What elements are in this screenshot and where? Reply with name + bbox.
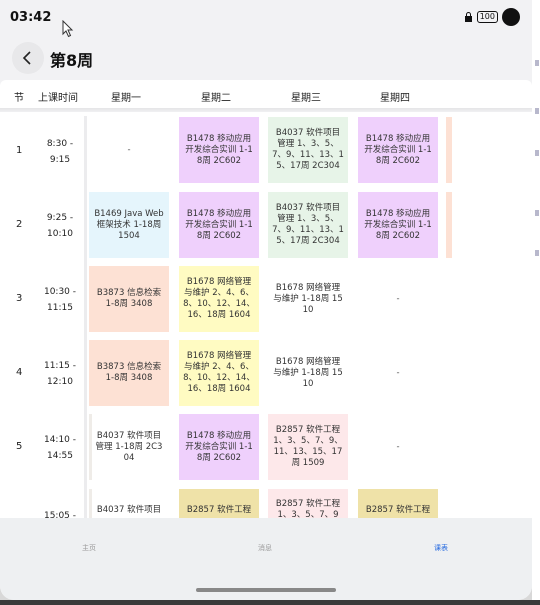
row-time: 9:25 - 10:10 <box>46 213 74 239</box>
day-header-row: 节 上课时间 星期一 星期二 星期三 星期四 <box>0 80 532 110</box>
row-time: 10:30 - 11:15 <box>43 287 77 313</box>
nav-schedule[interactable]: 课表 <box>434 543 448 553</box>
top-app-bar: 第8周 <box>0 36 532 80</box>
row-time: 11:15 - 12:10 <box>43 361 77 387</box>
course-cell-partial[interactable] <box>446 192 452 258</box>
camera-dot-icon <box>502 8 520 26</box>
course-cell-empty[interactable]: - <box>358 266 438 332</box>
course-cell[interactable]: B1478 移动应用开发综合实训 1-18周 2C602 <box>358 117 438 183</box>
course-cell[interactable]: B1678 网络管理与维护 2、4、6、8、10、12、14、16、18周 16… <box>179 266 259 332</box>
course-cell[interactable]: B4037 软件项目 <box>89 489 169 518</box>
course-cell-partial[interactable] <box>446 117 452 183</box>
course-cell[interactable]: B1469 Java Web框架技术 1-18周 1504 <box>89 192 169 258</box>
course-cell[interactable]: B4037 软件项目管理 1、3、5、7、9、11、13、15、17周 2C30… <box>268 192 348 258</box>
course-cell[interactable]: B1478 移动应用开发综合实训 1-18周 2C602 <box>179 117 259 183</box>
day-tuesday: 星期二 <box>201 93 231 104</box>
row-number: 2 <box>16 219 23 230</box>
row-time: 14:10 - 14:55 <box>43 435 77 461</box>
status-bar: 03:42 100 <box>0 0 532 38</box>
course-cell[interactable]: B2857 软件工程 <box>358 489 438 518</box>
nav-home[interactable]: 主页 <box>82 543 96 553</box>
course-cell[interactable]: B1478 移动应用开发综合实训 1-18周 2C602 <box>358 192 438 258</box>
row-number: 3 <box>16 293 23 304</box>
course-cell[interactable]: B2857 软件工程 1、3、5、7、9 <box>268 489 348 518</box>
home-indicator[interactable] <box>196 588 336 592</box>
course-cell[interactable]: B1478 移动应用开发综合实训 1-18周 2C602 <box>179 414 259 480</box>
course-cell[interactable]: B1678 网络管理与维护 2、4、6、8、10、12、14、16、18周 16… <box>179 340 259 406</box>
col-section-label: 节 <box>14 93 24 104</box>
day-monday: 星期一 <box>111 93 141 104</box>
lock-icon <box>464 12 472 22</box>
course-cell-empty[interactable]: - <box>89 117 169 183</box>
nav-messages[interactable]: 消息 <box>258 543 272 553</box>
course-cell[interactable]: B2857 软件工程 <box>179 489 259 518</box>
course-cell[interactable]: B1478 移动应用开发综合实训 1-18周 2C602 <box>179 192 259 258</box>
course-cell-empty[interactable]: - <box>358 340 438 406</box>
row-number: 1 <box>16 145 23 156</box>
course-cell-empty[interactable]: - <box>358 414 438 480</box>
bottom-navigation: 主页 消息 课表 <box>0 518 532 600</box>
row-time: 15:05 - <box>43 511 77 518</box>
col-time-label: 上课时间 <box>38 93 78 104</box>
row-number: 4 <box>16 367 23 378</box>
row-time: 8:30 - 9:15 <box>46 139 74 165</box>
course-cell[interactable]: B3873 信息检索 1-8周 3408 <box>89 266 169 332</box>
status-time: 03:42 <box>10 10 52 25</box>
day-wednesday: 星期三 <box>291 93 321 104</box>
course-cell[interactable]: B1678 网络管理与维护 1-18周 1510 <box>268 266 348 332</box>
back-button[interactable] <box>12 42 44 74</box>
chevron-left-icon <box>22 51 31 65</box>
course-cell[interactable]: B1678 网络管理与维护 1-18周 1510 <box>268 340 348 406</box>
app-window: 03:42 100 第8周 节 上课时间 星期一 星期二 星期三 星期四 1 8… <box>0 0 532 600</box>
course-cell[interactable]: B2857 软件工程 1、3、5、7、9、11、13、15、17周 1509 <box>268 414 348 480</box>
course-cell[interactable]: B4037 软件项目管理 1、3、5、7、9、11、13、15、17周 2C30… <box>268 117 348 183</box>
course-cell[interactable]: B3873 信息检索 1-8周 3408 <box>89 340 169 406</box>
page-title: 第8周 <box>50 51 94 70</box>
row-number: 5 <box>16 441 23 452</box>
background-window-edge <box>532 0 540 605</box>
day-thursday: 星期四 <box>380 93 410 104</box>
course-cell[interactable]: B4037 软件项目管理 1-18周 2C304 <box>89 414 169 480</box>
timetable-grid: 1 8:30 - 9:15 - B1478 移动应用开发综合实训 1-18周 2… <box>0 112 532 518</box>
battery-indicator: 100 <box>476 11 498 23</box>
